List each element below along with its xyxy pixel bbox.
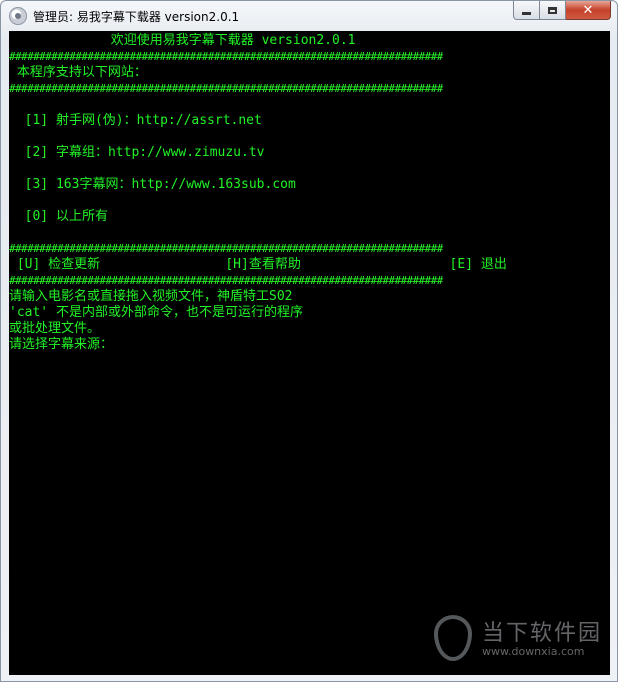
watermark: 当下软件园 www.downxia.com (434, 613, 604, 665)
console-line-option-1: [1] 射手网(伪)：http://assrt.net (9, 113, 262, 128)
console-line-prompt-input: 请输入电影名或直接拖入视频文件，神盾特工S02 (9, 289, 293, 304)
app-icon[interactable] (9, 7, 27, 25)
console-line-option-3: [3] 163字幕网：http://www.163sub.com (9, 177, 296, 192)
minimize-button[interactable] (513, 1, 540, 20)
console-line-error-2: 或批处理文件。 (9, 321, 101, 336)
minimize-icon (522, 11, 531, 15)
console-line-prompt-source: 请选择字幕来源： (9, 337, 114, 352)
title-bar[interactable]: 管理员: 易我字幕下载器 version2.0.1 ✕ (1, 1, 617, 31)
console-line-option-2: [2] 字幕组：http://www.zimuzu.tv (9, 145, 265, 160)
watermark-logo-icon (434, 615, 472, 661)
window-title: 管理员: 易我字幕下载器 version2.0.1 (33, 10, 240, 24)
watermark-url: www.downxia.com (482, 645, 585, 658)
close-button[interactable]: ✕ (566, 1, 611, 20)
console-line-sites-header: 本程序支持以下网站： (9, 65, 147, 80)
console-line-separator: ########################################… (9, 242, 443, 255)
console-line-error-1: 'cat' 不是内部或外部命令，也不是可运行的程序 (9, 305, 303, 320)
caption-buttons: ✕ (513, 1, 611, 21)
console-line-separator: ########################################… (9, 50, 443, 63)
console-window: 管理员: 易我字幕下载器 version2.0.1 ✕ 欢迎使用易我字幕下载器 … (0, 0, 618, 682)
console-line-separator: ########################################… (9, 82, 443, 95)
close-icon: ✕ (582, 2, 594, 18)
console-output[interactable]: 欢迎使用易我字幕下载器 version2.0.1 ###############… (9, 31, 610, 675)
console-line-commands: [U] 检查更新 [H]查看帮助 [E] 退出 (9, 257, 507, 272)
maximize-icon (548, 6, 557, 14)
console-line-option-0: [0] 以上所有 (9, 209, 108, 224)
maximize-button[interactable] (540, 1, 566, 20)
console-line-banner: 欢迎使用易我字幕下载器 version2.0.1 (9, 33, 356, 48)
console-line-separator: ########################################… (9, 274, 443, 287)
watermark-title: 当下软件园 (482, 621, 603, 646)
